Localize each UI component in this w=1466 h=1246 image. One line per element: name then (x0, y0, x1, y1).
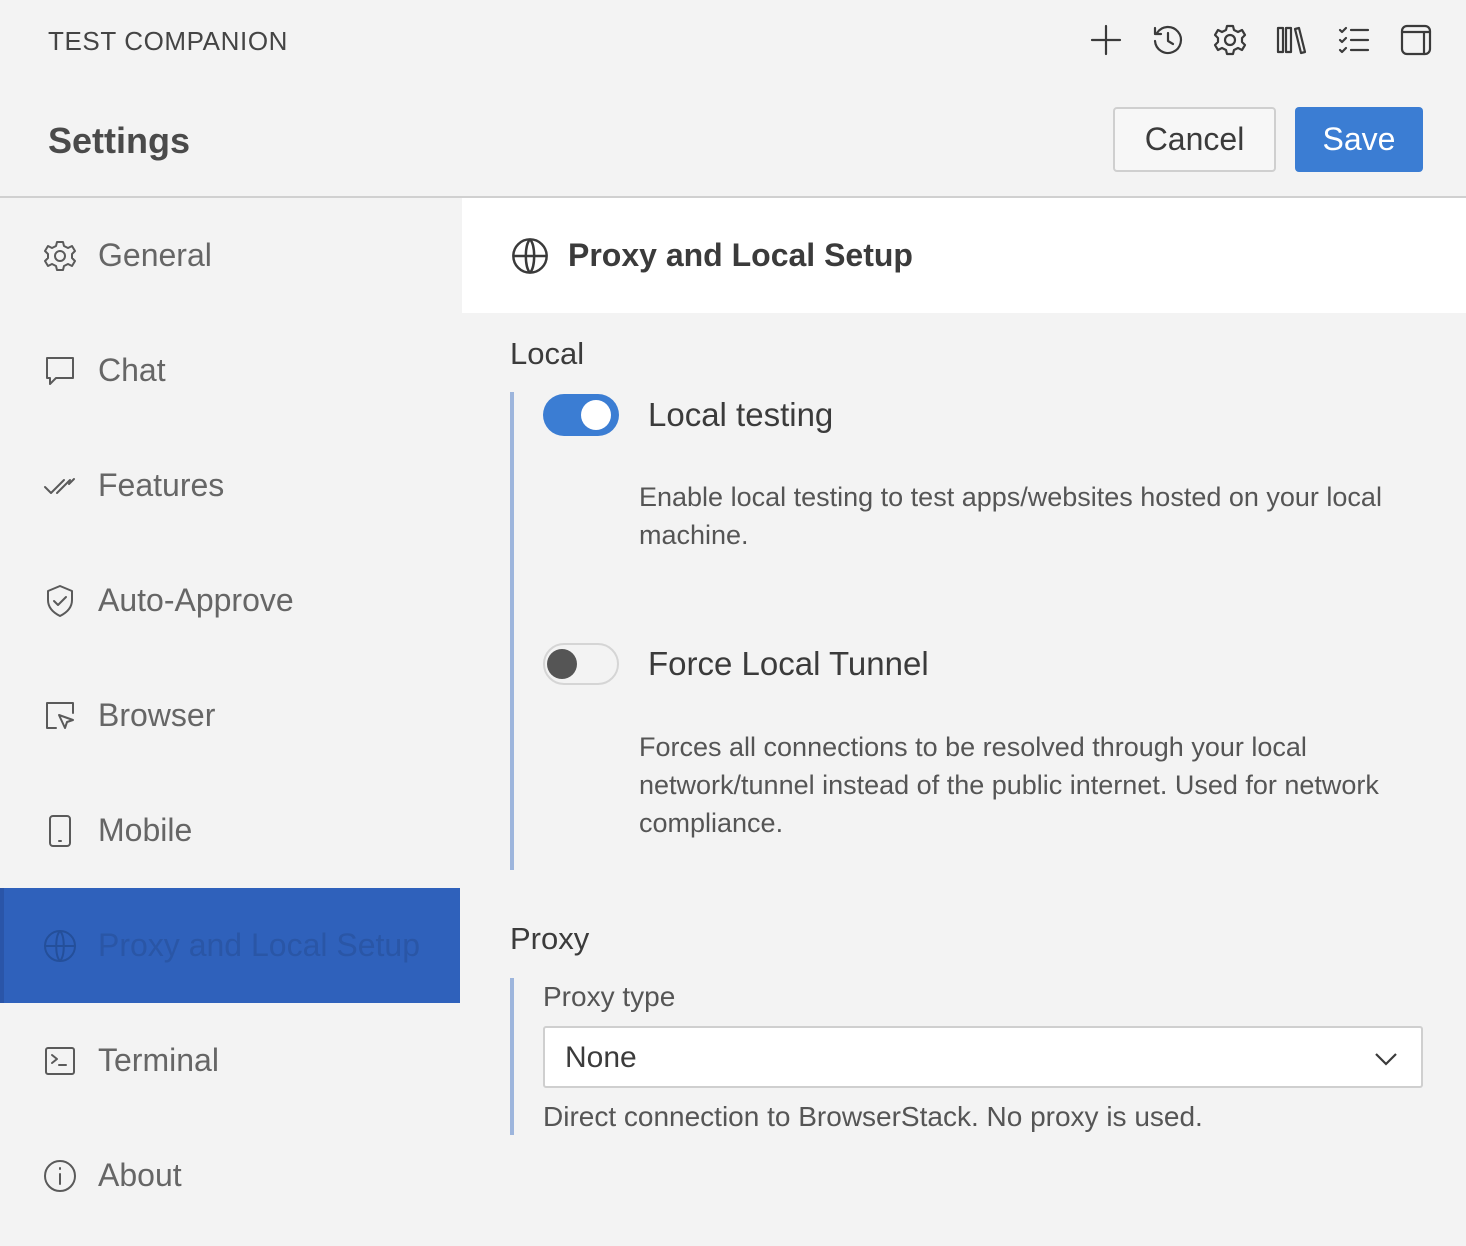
shield-check-icon (47, 584, 73, 617)
sidebar-item-label: Mobile (98, 812, 193, 848)
toolbar-actions (1086, 18, 1436, 62)
sidebar-item-label: General (98, 237, 212, 273)
force-local-tunnel-description: Forces all connections to be resolved th… (639, 732, 1379, 838)
page-title: Settings (48, 120, 191, 161)
top-bar: TEST COMPANION (0, 0, 1466, 84)
chat-icon (46, 356, 74, 385)
sidebar-item-label: Chat (98, 352, 166, 388)
sidebar-item-label: Browser (98, 697, 216, 733)
local-testing-toggle[interactable] (543, 394, 619, 436)
library-button[interactable] (1272, 18, 1312, 62)
globe-icon (512, 237, 548, 274)
settings-button[interactable] (1210, 18, 1250, 62)
cancel-button[interactable]: Cancel (1113, 107, 1276, 172)
info-icon (44, 1159, 76, 1192)
new-button[interactable] (1086, 18, 1126, 62)
sidebar-item-browser[interactable]: Browser (0, 658, 460, 773)
sidebar-item-chat[interactable]: Chat (0, 313, 460, 428)
settings-content: Proxy and Local Setup Local Local testin… (462, 198, 1466, 1246)
panel-icon (1400, 24, 1432, 56)
local-group-bar (510, 392, 514, 870)
history-button[interactable] (1148, 18, 1188, 62)
local-testing-label: Local testing (648, 396, 834, 433)
checklist-icon (1338, 26, 1370, 54)
sidebar-item-label: About (98, 1157, 182, 1193)
toggle-knob (547, 649, 577, 679)
sidebar-item-features[interactable]: Features (0, 428, 460, 543)
tasks-button[interactable] (1334, 18, 1374, 62)
local-testing-description: Enable local testing to test apps/websit… (639, 482, 1382, 550)
app-window: TEST COMPANION Settings Cancel Save Gene… (0, 0, 1466, 1246)
sidebar-item-about[interactable]: About (0, 1118, 460, 1233)
terminal-icon (45, 1046, 75, 1075)
sidebar-item-mobile[interactable]: Mobile (0, 773, 460, 888)
toggle-knob (581, 400, 611, 430)
proxy-type-label: Proxy type (543, 981, 676, 1012)
proxy-type-select[interactable]: None (543, 1026, 1423, 1088)
plus-icon (1090, 24, 1122, 56)
mobile-icon (49, 814, 71, 847)
proxy-type-help: Direct connection to BrowserStack. No pr… (543, 1101, 1203, 1132)
double-check-icon (44, 477, 75, 494)
force-local-tunnel-label: Force Local Tunnel (648, 645, 929, 682)
history-icon (1153, 25, 1183, 55)
gear-icon (44, 240, 76, 271)
panel-button[interactable] (1396, 18, 1436, 62)
settings-sidebar: General Chat Features Auto-Approve Brows… (0, 198, 462, 1246)
section-title: Proxy and Local Setup (568, 237, 913, 273)
force-local-tunnel-toggle[interactable] (543, 643, 619, 685)
sidebar-item-label: Features (98, 467, 225, 503)
globe-icon (44, 929, 76, 962)
section-header: Proxy and Local Setup (462, 198, 1466, 313)
chevron-down-icon (1375, 1053, 1397, 1066)
proxy-group-bar (510, 978, 514, 1135)
library-icon (1276, 26, 1307, 55)
local-group-title: Local (510, 336, 585, 371)
gear-icon (1213, 24, 1247, 56)
app-title: TEST COMPANION (48, 26, 289, 56)
sidebar-item-general[interactable]: General (0, 198, 460, 313)
sidebar-item-auto-approve[interactable]: Auto-Approve (0, 543, 460, 658)
browser-cursor-icon (46, 701, 74, 729)
sidebar-item-terminal[interactable]: Terminal (0, 1003, 460, 1118)
sidebar-item-proxy-local-setup[interactable]: Proxy and Local Setup (0, 888, 460, 1003)
proxy-group-title: Proxy (510, 921, 590, 956)
sidebar-item-label: Terminal (98, 1042, 219, 1078)
settings-header: Settings Cancel Save (0, 96, 1466, 196)
sidebar-item-label: Auto-Approve (98, 582, 294, 618)
save-button[interactable]: Save (1295, 107, 1423, 172)
sidebar-item-label: Proxy and Local Setup (98, 927, 420, 963)
proxy-type-value: None (565, 1041, 637, 1074)
